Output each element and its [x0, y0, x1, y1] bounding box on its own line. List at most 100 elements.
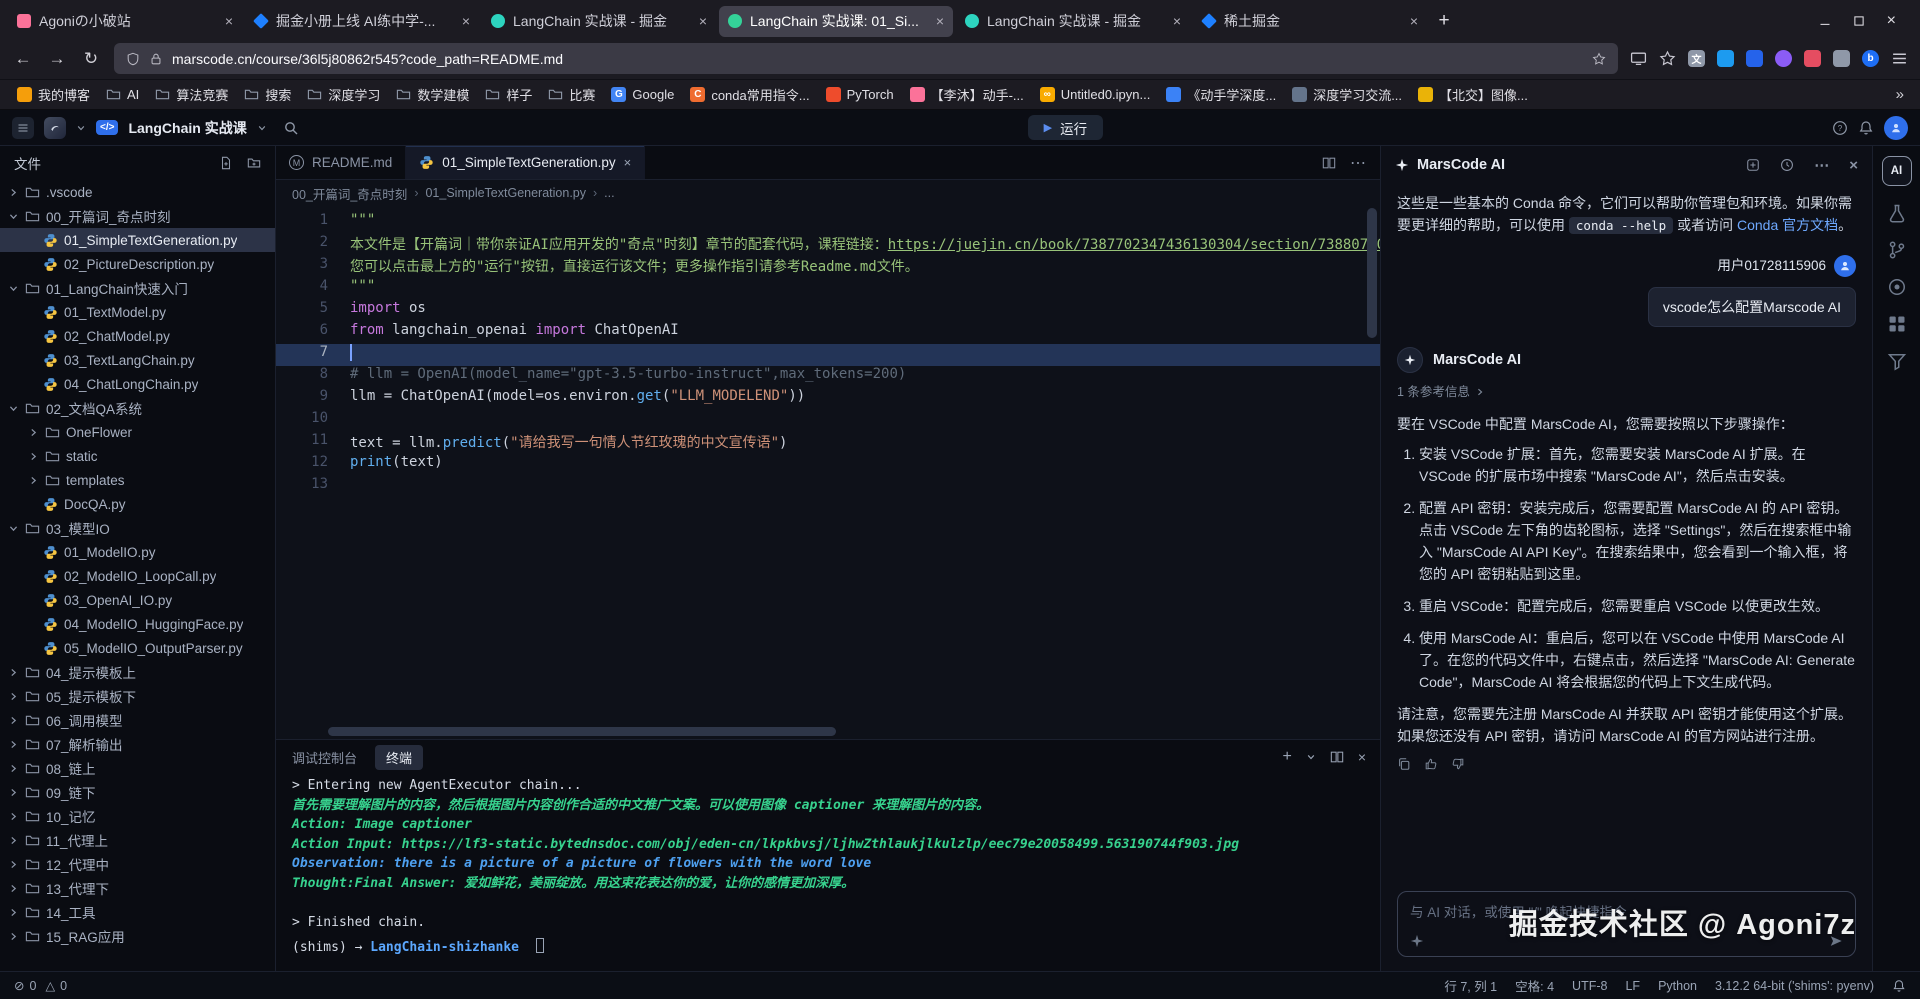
tree-item[interactable]: 02_文档QA系统 [0, 396, 275, 420]
chevron-icon[interactable] [8, 859, 19, 870]
tree-item[interactable]: 12_代理中 [0, 852, 275, 876]
menu-icon[interactable] [1891, 50, 1908, 67]
chevron-icon[interactable] [28, 427, 39, 438]
indentation[interactable]: 空格: 4 [1515, 976, 1554, 995]
run-button[interactable]: ▶ 运行 [1028, 115, 1103, 140]
marscode-ide-logo[interactable] [44, 117, 66, 139]
bookmark-star-icon[interactable] [1592, 52, 1606, 66]
forward-icon[interactable]: → [46, 49, 68, 69]
url-bar[interactable]: marscode.cn/course/36l5j80862r545?code_p… [114, 43, 1618, 74]
more-actions-icon[interactable]: ⋯ [1350, 153, 1366, 173]
encoding[interactable]: UTF-8 [1572, 979, 1607, 993]
bookmark-item[interactable]: 比赛 [541, 82, 602, 107]
copy-icon[interactable] [1397, 757, 1411, 771]
tree-item[interactable]: 08_链上 [0, 756, 275, 780]
send-icon[interactable] [1829, 934, 1843, 948]
ide-menu-icon[interactable] [12, 117, 34, 139]
new-file-icon[interactable] [219, 156, 233, 170]
ai-conversation[interactable]: 这些是一些基本的 Conda 命令，它们可以帮助你管理包和环境。如果你需要更详细… [1381, 184, 1872, 883]
tab-close-icon[interactable]: × [1173, 13, 1181, 29]
tab-close-icon[interactable]: × [699, 13, 707, 29]
bookmark-item[interactable]: PyTorch [819, 82, 901, 107]
chevron-down-icon[interactable] [76, 123, 86, 133]
tree-item[interactable]: 09_链下 [0, 780, 275, 804]
tree-item[interactable]: templates [0, 468, 275, 492]
problems-indicator[interactable]: ⊘ 0 △ 0 [14, 978, 67, 993]
bookmark-item[interactable]: 深度学习交流... [1285, 82, 1409, 107]
tree-item[interactable]: 01_ModelIO.py [0, 540, 275, 564]
tree-item[interactable]: 15_RAG应用 [0, 924, 275, 948]
chevron-icon[interactable] [8, 811, 19, 822]
bookmark-item[interactable]: 深度学习 [300, 82, 387, 107]
bookmark-item[interactable]: 样子 [478, 82, 539, 107]
tree-item[interactable]: 04_ChatLongChain.py [0, 372, 275, 396]
tab-debug-console[interactable]: 调试控制台 [290, 745, 359, 770]
editor-tab[interactable]: MREADME.md [276, 146, 406, 179]
history-icon[interactable] [1780, 158, 1794, 172]
tree-item[interactable]: 03_模型IO [0, 516, 275, 540]
split-editor-icon[interactable] [1322, 156, 1336, 170]
tree-item[interactable]: static [0, 444, 275, 468]
breadcrumb-item[interactable]: 01_SimpleTextGeneration.py [425, 186, 586, 200]
chevron-icon[interactable] [8, 403, 19, 414]
new-folder-icon[interactable] [247, 156, 261, 170]
minimize-icon[interactable] [1819, 15, 1831, 27]
chevron-icon[interactable] [8, 739, 19, 750]
bookmark-item[interactable]: 《动手学深度... [1159, 82, 1283, 107]
tree-item[interactable]: 14_工具 [0, 900, 275, 924]
profile-avatar[interactable]: b [1862, 50, 1879, 67]
tab-close-icon[interactable]: × [624, 155, 632, 170]
chevron-icon[interactable] [8, 715, 19, 726]
tree-item[interactable]: 13_代理下 [0, 876, 275, 900]
chevron-icon[interactable] [8, 283, 19, 294]
chevron-icon[interactable] [8, 187, 19, 198]
twitter-icon[interactable] [1717, 50, 1734, 67]
new-chat-icon[interactable] [1746, 158, 1760, 172]
bookmark-item[interactable]: 搜索 [237, 82, 298, 107]
filter-icon[interactable] [1887, 351, 1907, 371]
tree-item[interactable]: 07_解析输出 [0, 732, 275, 756]
bookmark-item[interactable]: 数学建模 [389, 82, 476, 107]
chevron-icon[interactable] [8, 907, 19, 918]
help-icon[interactable]: ? [1832, 120, 1848, 136]
breadcrumb-item[interactable]: 00_开篇词_奇点时刻 [292, 184, 407, 203]
chevron-icon[interactable] [8, 763, 19, 774]
chevron-icon[interactable] [8, 787, 19, 798]
breadcrumb-item[interactable]: ... [604, 186, 614, 200]
source-control-icon[interactable] [1887, 240, 1907, 260]
back-icon[interactable]: ← [12, 49, 34, 69]
code-editor[interactable]: 1"""2本文件是【开篇词｜带你亲证AI应用开发的"奇点"时刻】章节的配套代码，… [276, 206, 1380, 739]
browser-tab[interactable]: LangChain 实战课 - 掘金× [482, 6, 716, 37]
grid-icon[interactable] [1887, 314, 1907, 334]
screenshot-icon[interactable] [1630, 50, 1647, 67]
browser-tab[interactable]: Agoniの小破站× [8, 6, 242, 37]
chevron-icon[interactable] [8, 835, 19, 846]
notifications-bell-icon[interactable] [1892, 979, 1906, 993]
browser-tab[interactable]: LangChain 实战课: 01_Si...× [719, 6, 953, 37]
browser-tab[interactable]: 稀土掘金× [1193, 6, 1427, 37]
browser-tab[interactable]: LangChain 实战课 - 掘金× [956, 6, 1190, 37]
chevron-icon[interactable] [8, 691, 19, 702]
star-extension-icon[interactable] [1659, 50, 1676, 67]
workspace-chevron-icon[interactable] [257, 123, 267, 133]
tree-item[interactable]: 02_ChatModel.py [0, 324, 275, 348]
language-mode[interactable]: Python [1658, 979, 1697, 993]
cursor-position[interactable]: 行 7, 列 1 [1444, 976, 1497, 995]
tree-item[interactable]: 03_OpenAI_IO.py [0, 588, 275, 612]
chevron-icon[interactable] [8, 667, 19, 678]
chevron-icon[interactable] [8, 931, 19, 942]
split-terminal-icon[interactable] [1330, 750, 1344, 764]
chevron-icon[interactable] [8, 211, 19, 222]
bookmark-item[interactable]: ∞Untitled0.ipyn... [1033, 82, 1158, 107]
close-ai-panel-icon[interactable]: × [1849, 157, 1858, 174]
search-icon[interactable] [283, 120, 299, 136]
bell-icon[interactable] [1858, 120, 1874, 136]
horizontal-scrollbar[interactable] [328, 727, 836, 736]
bookmark-item[interactable]: GGoogle [604, 82, 681, 107]
tab-close-icon[interactable]: × [936, 13, 944, 29]
docs-extension-icon[interactable] [1746, 50, 1763, 67]
puzzle-icon[interactable] [1833, 50, 1850, 67]
conda-docs-link[interactable]: Conda 官方文档 [1737, 217, 1838, 233]
close-panel-icon[interactable]: × [1358, 749, 1366, 765]
tree-item[interactable]: 01_LangChain快速入门 [0, 276, 275, 300]
